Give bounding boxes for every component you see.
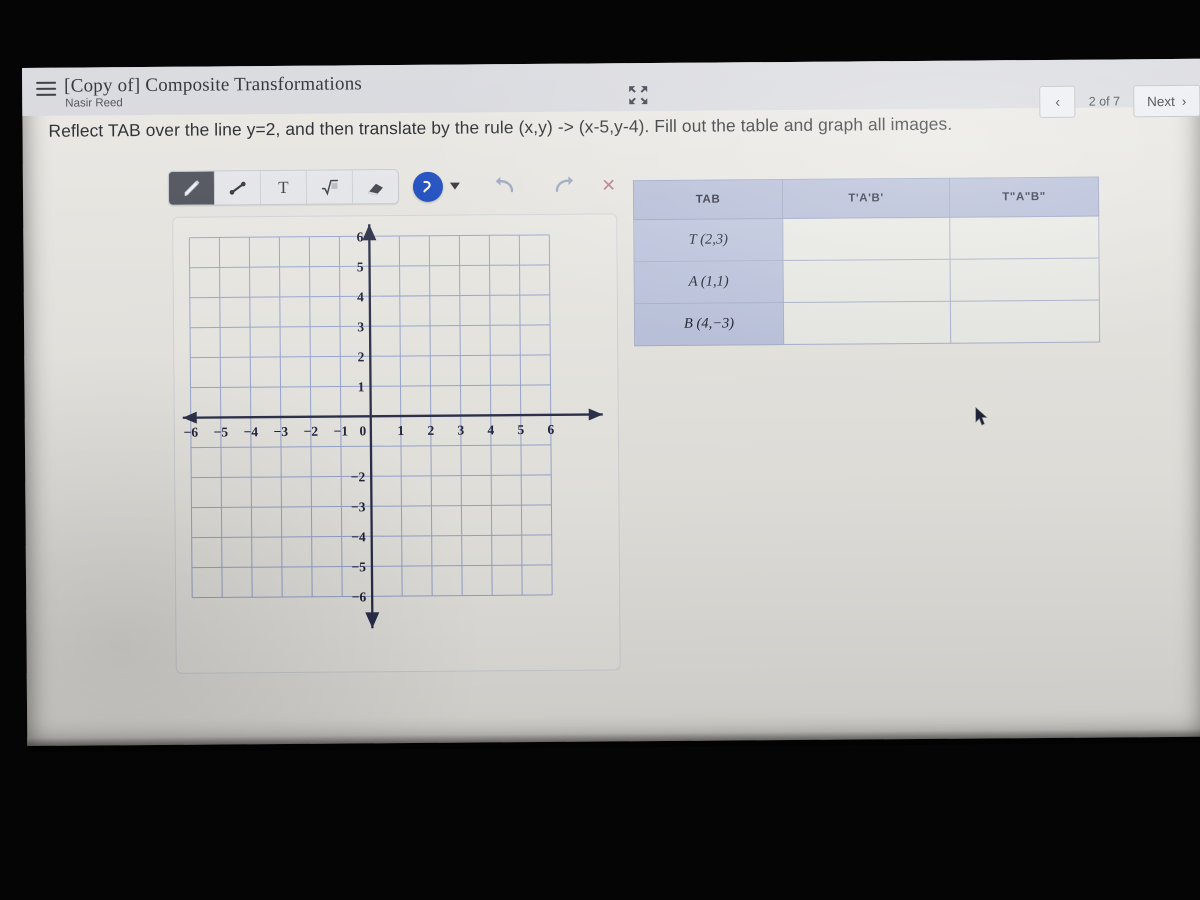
eraser-tool[interactable] — [352, 170, 399, 204]
svg-text:−2: −2 — [351, 469, 366, 484]
hamburger-menu-icon[interactable] — [36, 81, 57, 98]
coordinate-plane: −6 −5 −4 −3 −2 −1 0 1 2 3 4 5 6 6 5 4 3 … — [182, 224, 603, 629]
chevron-right-icon: › — [1181, 93, 1187, 109]
svg-text:0: 0 — [359, 423, 366, 438]
svg-text:2: 2 — [427, 423, 434, 438]
table-row: T (2,3) — [633, 216, 1100, 262]
app-header: [Copy of] Composite Transformations Nasi… — [22, 58, 1200, 119]
svg-text:3: 3 — [357, 319, 364, 334]
graph-canvas[interactable]: −6 −5 −4 −3 −2 −1 0 1 2 3 4 5 6 6 5 4 3 … — [172, 213, 621, 674]
table-header-tab: TAB — [633, 179, 783, 220]
cell-t-double-prime[interactable] — [949, 216, 1100, 260]
svg-text:−5: −5 — [351, 559, 366, 574]
x-axis-labels: −6 −5 −4 −3 −2 −1 0 1 2 3 4 5 6 — [184, 422, 555, 440]
svg-text:1: 1 — [358, 379, 365, 394]
svg-text:−4: −4 — [351, 529, 366, 544]
svg-text:−3: −3 — [351, 499, 366, 514]
svg-text:4: 4 — [487, 422, 494, 437]
svg-text:−6: −6 — [352, 589, 367, 604]
monitor-photo: [Copy of] Composite Transformations Nasi… — [0, 0, 1200, 900]
line-segment-icon — [229, 181, 246, 195]
clear-button[interactable]: × — [602, 171, 616, 197]
chevron-down-icon[interactable] — [449, 182, 460, 190]
point-a-label: A (1,1) — [634, 260, 784, 304]
svg-text:6: 6 — [547, 422, 554, 437]
point-b-label: B (4,−3) — [634, 302, 784, 346]
table-row: A (1,1) — [634, 258, 1100, 304]
svg-text:−6: −6 — [184, 425, 199, 440]
svg-text:5: 5 — [517, 422, 524, 437]
svg-text:−2: −2 — [304, 424, 319, 439]
undo-button[interactable] — [494, 174, 520, 198]
document-owner: Nasir Reed — [65, 97, 123, 110]
cell-a-double-prime[interactable] — [950, 258, 1100, 302]
svg-text:−4: −4 — [244, 424, 259, 439]
screen-content: [Copy of] Composite Transformations Nasi… — [22, 58, 1200, 752]
drawing-toolbar: T × — [167, 167, 616, 206]
redo-button[interactable] — [550, 173, 576, 197]
point-t-label: T (2,3) — [633, 218, 784, 262]
table-header-row: TAB T'A'B' T"A"B" — [633, 177, 1099, 220]
table-header-image1: T'A'B' — [782, 178, 950, 219]
eraser-icon — [367, 183, 383, 196]
svg-text:−3: −3 — [274, 424, 289, 439]
svg-text:−1: −1 — [334, 423, 349, 438]
svg-text:2: 2 — [357, 349, 364, 364]
redo-arrow-icon — [555, 175, 574, 192]
table-row: B (4,−3) — [634, 300, 1100, 346]
transformation-table: TAB T'A'B' T"A"B" T (2,3) A (1,1) B (4,−… — [633, 177, 1100, 347]
next-page-label: Next — [1146, 93, 1175, 109]
svg-text:3: 3 — [457, 423, 464, 438]
ink-color-button[interactable] — [412, 171, 460, 202]
svg-text:4: 4 — [357, 289, 364, 304]
equation-tool[interactable] — [306, 170, 354, 204]
radical-icon — [321, 179, 338, 196]
mouse-pointer — [975, 406, 988, 426]
svg-text:−5: −5 — [214, 424, 229, 439]
text-tool-label: T — [278, 177, 289, 197]
table-header-image2: T"A"B" — [949, 177, 1099, 218]
undo-arrow-icon — [495, 176, 514, 192]
collapse-arrows-icon[interactable] — [628, 85, 648, 105]
svg-text:5: 5 — [357, 259, 364, 274]
pencil-icon — [184, 179, 200, 196]
page-title: [Copy of] Composite Transformations — [64, 73, 363, 97]
squiggle-icon — [423, 180, 431, 192]
cell-b-double-prime[interactable] — [950, 300, 1100, 344]
cell-t-prime[interactable] — [782, 217, 951, 261]
svg-text:1: 1 — [397, 423, 404, 438]
line-tool[interactable] — [214, 171, 262, 205]
pencil-tool[interactable] — [168, 171, 216, 205]
cell-a-prime[interactable] — [783, 259, 951, 303]
question-prompt: Reflect TAB over the line y=2, and then … — [48, 113, 953, 141]
tool-group: T — [167, 169, 400, 206]
cell-b-prime[interactable] — [783, 301, 951, 345]
text-tool[interactable]: T — [260, 170, 308, 205]
page-counter: 2 of 7 — [1088, 94, 1121, 109]
svg-text:6: 6 — [357, 229, 364, 244]
